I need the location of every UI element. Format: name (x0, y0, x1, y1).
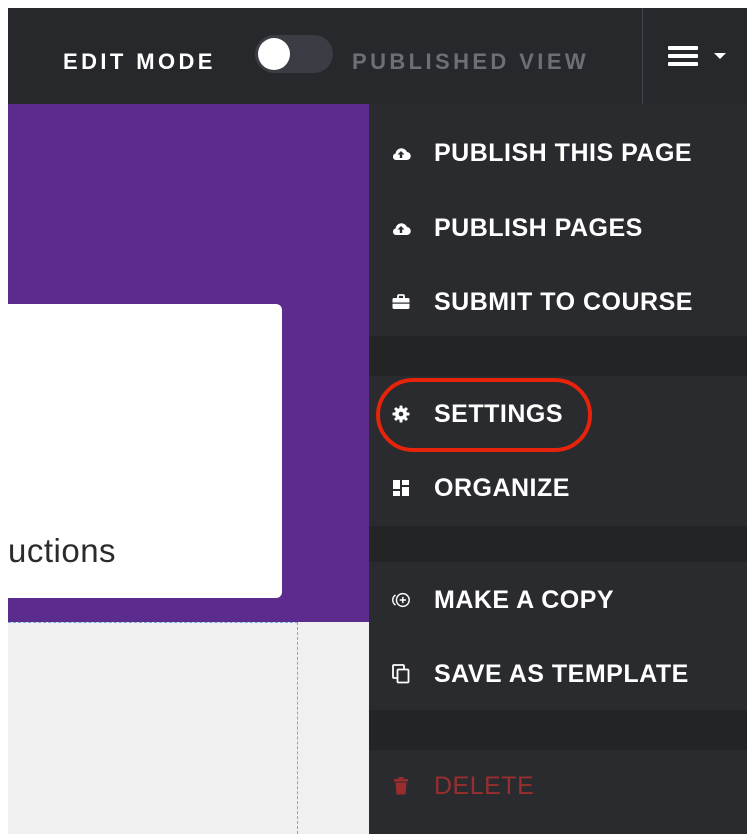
topbar-divider (642, 8, 643, 104)
menu-item-label: DELETE (434, 772, 535, 800)
top-bar: EDIT MODE PUBLISHED VIEW (8, 8, 747, 104)
dashboard-icon (391, 478, 411, 498)
menu-item-submit-to-course[interactable]: SUBMIT TO COURSE (369, 272, 747, 330)
menu-dropdown-button[interactable] (668, 40, 738, 74)
caret-down-icon (714, 53, 726, 59)
copy-icon (391, 664, 411, 684)
gear-icon (391, 404, 411, 424)
menu-item-delete[interactable]: DELETE (369, 756, 747, 814)
briefcase-icon (391, 292, 411, 312)
dropdown-menu: PUBLISH THIS PAGE PUBLISH PAGES SUBMIT T… (369, 104, 747, 834)
menu-item-publish-pages[interactable]: PUBLISH PAGES (369, 198, 747, 256)
copy-plus-icon (391, 590, 411, 610)
cloud-upload-icon (391, 143, 411, 163)
published-view-label: PUBLISHED VIEW (352, 49, 590, 74)
mode-toggle[interactable] (255, 35, 333, 73)
menu-item-settings[interactable]: SETTINGS (369, 384, 747, 442)
menu-item-label: MAKE A COPY (434, 586, 615, 614)
trash-icon (391, 776, 411, 796)
card-text: uctions (8, 532, 117, 569)
toggle-knob (258, 38, 290, 70)
menu-item-organize[interactable]: ORGANIZE (369, 458, 747, 516)
menu-item-label: ORGANIZE (434, 474, 570, 502)
cloud-upload-icon (391, 218, 411, 238)
menu-item-label: PUBLISH THIS PAGE (434, 139, 693, 167)
menu-item-label: SUBMIT TO COURSE (434, 288, 693, 316)
content-card[interactable]: uctions (8, 304, 282, 598)
menu-divider (369, 710, 747, 750)
menu-item-label: SETTINGS (434, 400, 564, 428)
menu-item-save-as-template[interactable]: SAVE AS TEMPLATE (369, 644, 747, 702)
menu-divider (369, 336, 747, 376)
drop-zone[interactable] (8, 622, 298, 834)
menu-item-label: SAVE AS TEMPLATE (434, 660, 689, 688)
content-area (8, 622, 369, 834)
menu-item-publish-this-page[interactable]: PUBLISH THIS PAGE (369, 123, 747, 181)
menu-item-make-a-copy[interactable]: MAKE A COPY (369, 570, 747, 628)
menu-item-label: PUBLISH PAGES (434, 214, 643, 242)
hamburger-icon (668, 46, 698, 66)
edit-mode-label: EDIT MODE (63, 49, 216, 74)
menu-divider (369, 526, 747, 562)
